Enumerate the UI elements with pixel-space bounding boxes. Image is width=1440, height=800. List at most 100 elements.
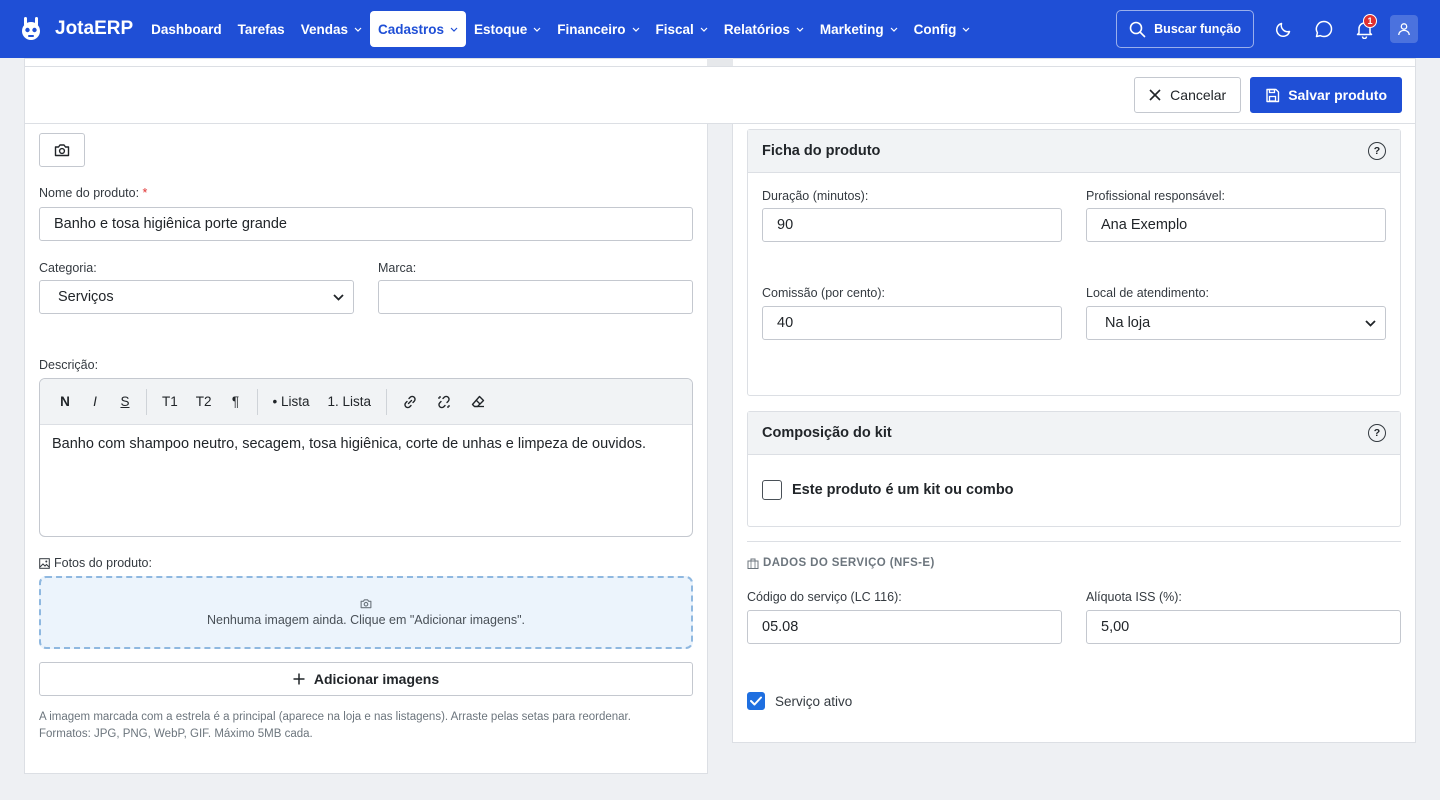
- toolbar-divider: [256, 388, 258, 415]
- brand[interactable]: JotaERP: [18, 16, 133, 42]
- service-code-value: 05.08: [762, 619, 799, 635]
- service-section-title-text: DADOS DO SERVIÇO (NFS-E): [763, 557, 935, 569]
- chevron-down-icon: [450, 27, 458, 32]
- chevron-down-icon: [354, 27, 362, 32]
- location-select[interactable]: Na loja: [1086, 306, 1386, 340]
- required-mark: *: [142, 186, 148, 200]
- photo-dropzone[interactable]: Nenhuma imagem ainda. Clique em "Adicion…: [39, 576, 693, 649]
- category-label: Categoria:: [39, 261, 97, 275]
- chevron-down-icon: [700, 27, 708, 32]
- kit-card: Composição do kit ?: [747, 411, 1401, 527]
- save-product-button[interactable]: Salvar produto: [1250, 77, 1402, 113]
- cancel-button[interactable]: Cancelar: [1134, 77, 1242, 113]
- nav-item-cadastros[interactable]: Cadastros: [369, 11, 466, 47]
- iss-rate-value: 5,00: [1101, 619, 1130, 635]
- kit-title: Composição do kit: [762, 425, 892, 441]
- clear-format-button[interactable]: [464, 388, 492, 416]
- toolbar-divider: [386, 388, 388, 415]
- product-name-value: Banho e tosa higiênica porte grande: [54, 216, 287, 232]
- professional-value: Ana Exemplo: [1101, 217, 1188, 233]
- photos-label: Fotos do produto:: [39, 556, 152, 570]
- product-name-input[interactable]: Banho e tosa higiênica porte grande: [39, 207, 693, 241]
- heading2-button[interactable]: T2: [190, 388, 218, 416]
- service-active-row[interactable]: Serviço ativo: [747, 692, 852, 710]
- professional-input[interactable]: Ana Exemplo: [1086, 208, 1386, 242]
- kit-header: Composição do kit ?: [748, 412, 1400, 455]
- notifications-button[interactable]: 1: [1344, 9, 1384, 49]
- dropzone-text: Nenhuma imagem ainda. Clique em "Adicion…: [206, 613, 526, 627]
- chevron-down-icon: [1365, 319, 1376, 327]
- location-label: Local de atendimento:: [1086, 286, 1210, 300]
- building-icon: [747, 558, 759, 569]
- unlink-icon: [438, 395, 451, 408]
- kit-checkbox-row[interactable]: Este produto é um kit ou combo: [762, 480, 1014, 500]
- checkmark-icon: [750, 696, 762, 706]
- user-menu-button[interactable]: [1390, 15, 1418, 43]
- service-active-checkbox[interactable]: [747, 692, 765, 710]
- toolbar-divider: [146, 388, 147, 415]
- take-photo-button[interactable]: [39, 133, 85, 167]
- help-icon[interactable]: ?: [1368, 424, 1386, 442]
- iss-rate-label: Alíquota ISS (%):: [1086, 590, 1182, 604]
- logo-icon: [22, 17, 40, 40]
- chevron-down-icon: [333, 293, 344, 301]
- kit-checkbox[interactable]: [762, 480, 782, 500]
- heading1-button[interactable]: T1: [156, 388, 184, 416]
- nav-item-estoque[interactable]: Estoque: [466, 11, 549, 47]
- bullet-list-button[interactable]: • Lista: [267, 388, 316, 416]
- category-value: Serviços: [58, 289, 114, 305]
- nav-item-label: Tarefas: [237, 21, 285, 37]
- nav-item-marketing[interactable]: Marketing: [812, 11, 906, 47]
- brand-input[interactable]: [378, 280, 693, 314]
- camera-icon: [54, 144, 70, 157]
- commission-label: Comissão (por cento):: [762, 286, 885, 300]
- chevron-down-icon: [632, 27, 640, 32]
- nav-right: Buscar função 1: [1116, 0, 1418, 58]
- bold-button[interactable]: N: [53, 388, 77, 416]
- search-function-button[interactable]: Buscar função: [1116, 10, 1254, 48]
- ordered-list-button[interactable]: 1. Lista: [322, 388, 378, 416]
- add-images-label: Adicionar imagens: [313, 671, 440, 687]
- theme-toggle-button[interactable]: [1264, 9, 1304, 49]
- top-navbar: JotaERP Dashboard Tarefas Vendas Cadastros E…: [0, 0, 1440, 58]
- chevron-down-icon: [890, 27, 898, 32]
- image-icon: [39, 557, 50, 569]
- search-function-label: Buscar função: [1154, 22, 1241, 36]
- category-select[interactable]: Serviços: [39, 280, 354, 314]
- service-code-input[interactable]: 05.08: [747, 610, 1062, 644]
- user-icon: [1398, 23, 1410, 36]
- eraser-icon: [471, 395, 485, 407]
- nav-item-vendas[interactable]: Vendas: [293, 11, 370, 47]
- paragraph-button[interactable]: ¶: [224, 388, 248, 416]
- help-line-2: Formatos: JPG, PNG, WebP, GIF. Máximo 5M…: [39, 727, 313, 740]
- nav-item-fiscal[interactable]: Fiscal: [648, 11, 716, 47]
- service-code-label: Código do serviço (LC 116):: [747, 590, 902, 604]
- iss-rate-input[interactable]: 5,00: [1086, 610, 1401, 644]
- unlink-button[interactable]: [430, 388, 458, 416]
- commission-value: 40: [777, 315, 794, 331]
- description-content[interactable]: Banho com shampoo neutro, secagem, tosa …: [40, 425, 692, 463]
- duration-value: 90: [777, 217, 794, 233]
- nav-item-config[interactable]: Config: [906, 11, 979, 47]
- nav-item-label: Fiscal: [655, 21, 694, 37]
- chevron-down-icon: [796, 27, 804, 32]
- commission-input[interactable]: 40: [762, 306, 1062, 340]
- strikethrough-button[interactable]: S: [113, 388, 137, 416]
- description-label: Descrição:: [39, 358, 99, 372]
- add-images-button[interactable]: Adicionar imagens: [39, 662, 693, 696]
- link-button[interactable]: [396, 388, 424, 416]
- italic-button[interactable]: I: [83, 388, 107, 416]
- duration-input[interactable]: 90: [762, 208, 1062, 242]
- nav-item-tarefas[interactable]: Tarefas: [230, 11, 293, 47]
- chevron-down-icon: [962, 27, 970, 32]
- product-sheet-header: Ficha do produto ?: [748, 130, 1400, 173]
- service-active-label: Serviço ativo: [775, 693, 853, 709]
- help-icon[interactable]: ?: [1368, 142, 1386, 160]
- help-line-1: A imagem marcada com a estrela é a princ…: [39, 711, 631, 723]
- nav-item-relatorios[interactable]: Relatórios: [716, 11, 812, 47]
- messages-button[interactable]: [1304, 9, 1344, 49]
- service-section-title: DADOS DO SERVIÇO (NFS-E): [747, 557, 935, 569]
- nav-item-dashboard[interactable]: Dashboard: [143, 11, 230, 47]
- nav-item-financeiro[interactable]: Financeiro: [549, 11, 647, 47]
- panel-gutter: [707, 58, 733, 66]
